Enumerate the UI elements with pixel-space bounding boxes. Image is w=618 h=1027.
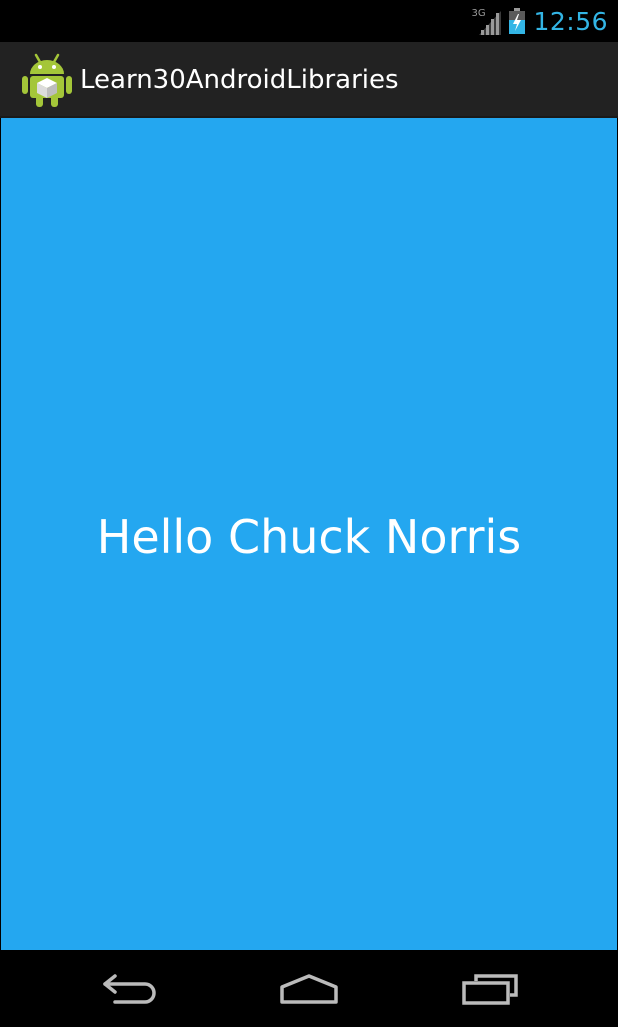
recent-apps-button[interactable] (430, 950, 550, 1027)
home-button[interactable] (249, 950, 369, 1027)
battery-charging-icon (509, 8, 526, 34)
home-icon (280, 973, 338, 1004)
phone-screen: 3G 12:56 Learn30AndroidLibraries Hello C… (0, 0, 618, 1027)
clock: 12:56 (533, 6, 608, 36)
hello-text: Hello Chuck Norris (96, 510, 522, 564)
status-bar: 3G 12:56 (0, 0, 618, 42)
recent-apps-icon (462, 973, 518, 1005)
back-arrow-icon (103, 973, 156, 1004)
status-icons: 3G 12:56 (471, 0, 608, 42)
signal-strength-icon (479, 11, 502, 35)
android-robot-icon[interactable] (22, 52, 72, 108)
action-bar: Learn30AndroidLibraries (0, 42, 618, 118)
navigation-bar (0, 950, 618, 1027)
signal-indicator: 3G (471, 7, 502, 35)
main-content: Hello Chuck Norris (1, 118, 617, 950)
app-title: Learn30AndroidLibraries (80, 65, 399, 95)
back-button[interactable] (70, 950, 190, 1027)
